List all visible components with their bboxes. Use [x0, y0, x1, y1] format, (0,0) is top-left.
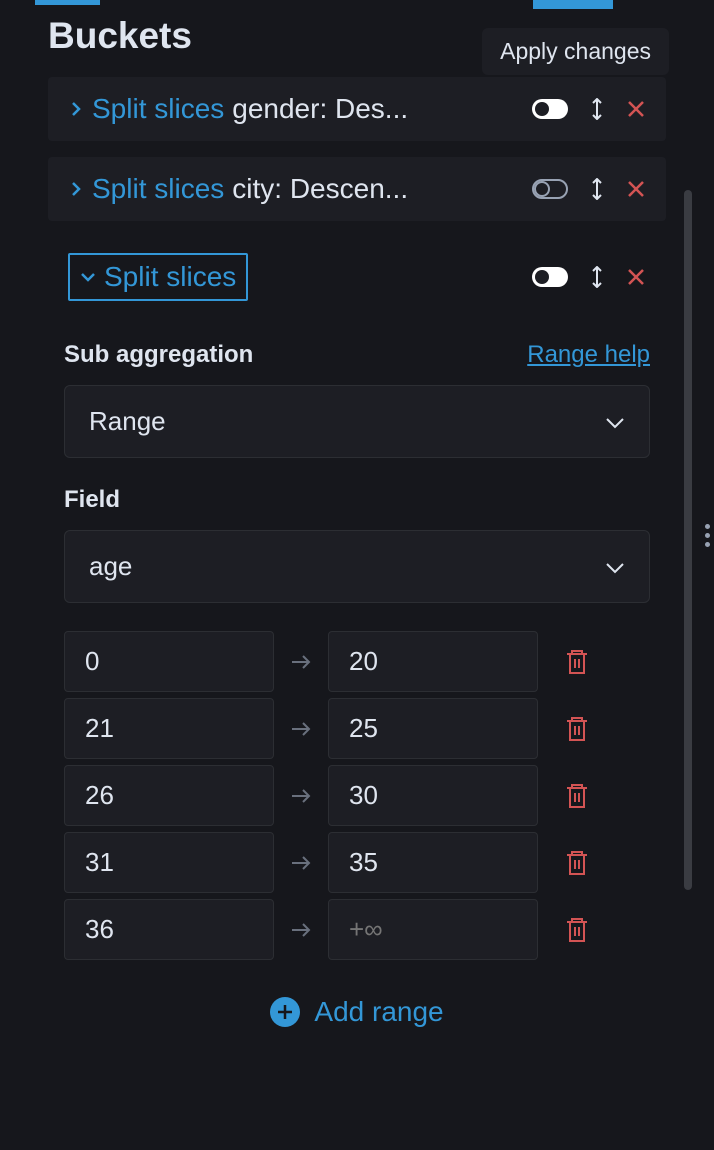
range-from-input[interactable]: [64, 631, 274, 692]
range-to-input[interactable]: [328, 631, 538, 692]
scrollbar[interactable]: [684, 190, 692, 890]
field-select[interactable]: age: [64, 530, 650, 603]
drag-handle-icon[interactable]: [590, 98, 604, 120]
range-to-input[interactable]: [328, 765, 538, 826]
range-to-input[interactable]: [328, 698, 538, 759]
toggle-bucket[interactable]: [532, 99, 568, 119]
bucket-label: Split slices: [104, 261, 236, 293]
more-menu-icon[interactable]: [701, 520, 714, 551]
add-range-label: Add range: [314, 996, 443, 1028]
range-from-input[interactable]: [64, 698, 274, 759]
chevron-right-icon: [68, 181, 84, 197]
delete-bucket-icon[interactable]: [626, 267, 646, 287]
range-row: [64, 832, 650, 893]
trash-icon[interactable]: [564, 648, 590, 676]
field-label: Field: [64, 486, 120, 514]
delete-bucket-icon[interactable]: [626, 179, 646, 199]
expanded-bucket-toggle[interactable]: Split slices: [68, 253, 248, 301]
plus-icon: [270, 997, 300, 1027]
arrow-right-icon: [290, 785, 312, 807]
arrow-right-icon: [290, 919, 312, 941]
chevron-down-icon: [80, 269, 96, 285]
range-row: [64, 765, 650, 826]
arrow-right-icon: [290, 718, 312, 740]
chevron-right-icon: [68, 101, 84, 117]
trash-icon[interactable]: [564, 916, 590, 944]
bucket-label: Split slices: [92, 93, 224, 125]
arrow-right-icon: [290, 852, 312, 874]
bucket-desc: city: Descen...: [232, 173, 524, 205]
apply-changes-tooltip: Apply changes: [482, 28, 669, 75]
trash-icon[interactable]: [564, 715, 590, 743]
drag-handle-icon[interactable]: [590, 266, 604, 288]
range-row: [64, 631, 650, 692]
bucket-row-city[interactable]: Split slices city: Descen...: [48, 157, 666, 221]
sub-aggregation-select[interactable]: Range: [64, 385, 650, 458]
bucket-desc: gender: Des...: [232, 93, 524, 125]
range-from-input[interactable]: [64, 899, 274, 960]
delete-bucket-icon[interactable]: [626, 99, 646, 119]
bucket-row-expanded: Split slices: [48, 237, 666, 317]
chevron-down-icon: [605, 561, 625, 573]
range-from-input[interactable]: [64, 765, 274, 826]
trash-icon[interactable]: [564, 849, 590, 877]
field-value: age: [89, 551, 132, 582]
bucket-label: Split slices: [92, 173, 224, 205]
chevron-down-icon: [605, 416, 625, 428]
bucket-row-gender[interactable]: Split slices gender: Des...: [48, 77, 666, 141]
range-from-input[interactable]: [64, 832, 274, 893]
range-row: [64, 698, 650, 759]
sub-aggregation-label: Sub aggregation: [64, 341, 253, 369]
toggle-bucket[interactable]: [532, 267, 568, 287]
range-help-link[interactable]: Range help: [527, 341, 650, 369]
toggle-bucket[interactable]: [532, 179, 568, 199]
range-row: [64, 899, 650, 960]
add-range-button[interactable]: Add range: [64, 988, 650, 1036]
drag-handle-icon[interactable]: [590, 178, 604, 200]
ranges-list: [64, 631, 650, 960]
range-to-input[interactable]: [328, 899, 538, 960]
arrow-right-icon: [290, 651, 312, 673]
range-to-input[interactable]: [328, 832, 538, 893]
sub-aggregation-value: Range: [89, 406, 166, 437]
trash-icon[interactable]: [564, 782, 590, 810]
